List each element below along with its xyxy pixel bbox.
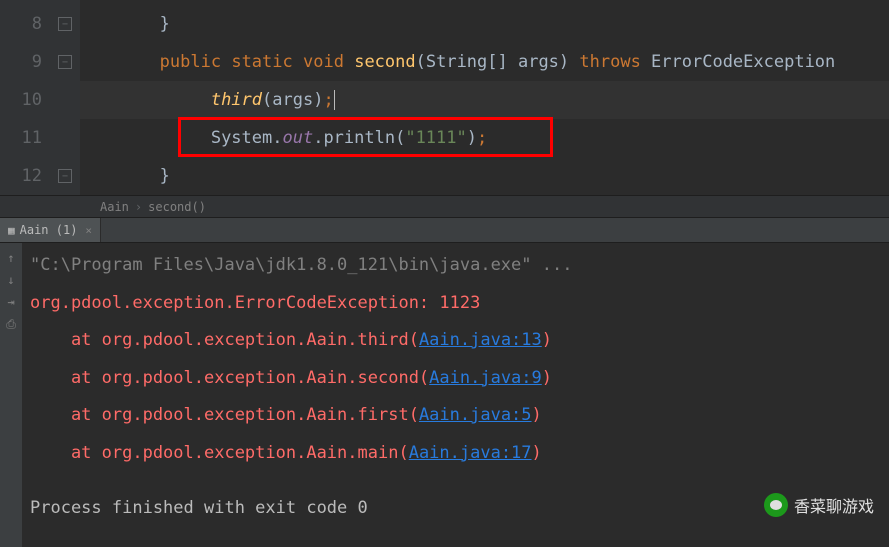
source-link[interactable]: Aain.java:13 — [419, 330, 542, 350]
fold-icon[interactable]: − — [58, 17, 72, 31]
code-editor[interactable]: 8 − 9 − 10 11 12 − } public static void … — [0, 0, 889, 195]
exception-line: org.pdool.exception.ErrorCodeException: … — [30, 291, 881, 317]
line-number: 10 — [0, 90, 50, 110]
run-tab[interactable]: ▦ Aain (1) × — [0, 218, 101, 242]
tab-label: Aain (1) — [20, 223, 78, 237]
stack-trace-line: at org.pdool.exception.Aain.second(Aain.… — [30, 366, 881, 392]
line-number: 12 — [0, 166, 50, 186]
fold-icon[interactable]: − — [58, 169, 72, 183]
print-icon[interactable]: ⎙ — [3, 317, 19, 333]
exit-line: Process finished with exit code 0 — [30, 496, 881, 522]
stack-trace-line: at org.pdool.exception.Aain.first(Aain.j… — [30, 403, 881, 429]
console-toolbar: ↑ ↓ ⇥ ⎙ — [0, 243, 22, 547]
stack-trace-line: at org.pdool.exception.Aain.main(Aain.ja… — [30, 441, 881, 467]
fold-icon[interactable]: − — [58, 55, 72, 69]
breadcrumb-method[interactable]: second() — [148, 200, 206, 214]
code-content[interactable]: } public static void second(String[] arg… — [80, 0, 889, 195]
scroll-down-icon[interactable]: ↓ — [3, 273, 19, 289]
line-number: 9 — [0, 52, 50, 72]
run-config-icon: ▦ — [8, 224, 15, 237]
chevron-right-icon: › — [135, 200, 142, 214]
source-link[interactable]: Aain.java:17 — [409, 443, 532, 463]
command-line: "C:\Program Files\Java\jdk1.8.0_121\bin\… — [30, 253, 881, 279]
line-number: 8 — [0, 14, 50, 34]
run-tab-bar: ▦ Aain (1) × — [0, 217, 889, 243]
wechat-icon — [764, 493, 788, 517]
line-number: 11 — [0, 128, 50, 148]
breadcrumb: Aain › second() — [0, 195, 889, 217]
close-icon[interactable]: × — [85, 224, 92, 237]
stack-trace-line: at org.pdool.exception.Aain.third(Aain.j… — [30, 328, 881, 354]
breadcrumb-class[interactable]: Aain — [100, 200, 129, 214]
source-link[interactable]: Aain.java:5 — [419, 405, 532, 425]
text-cursor — [334, 90, 335, 110]
gutter: 8 − 9 − 10 11 12 − — [0, 0, 80, 195]
scroll-up-icon[interactable]: ↑ — [3, 251, 19, 267]
source-link[interactable]: Aain.java:9 — [429, 368, 542, 388]
watermark: 香菜聊游戏 — [764, 493, 874, 517]
console-output[interactable]: "C:\Program Files\Java\jdk1.8.0_121\bin\… — [22, 243, 889, 547]
wrap-icon[interactable]: ⇥ — [3, 295, 19, 311]
